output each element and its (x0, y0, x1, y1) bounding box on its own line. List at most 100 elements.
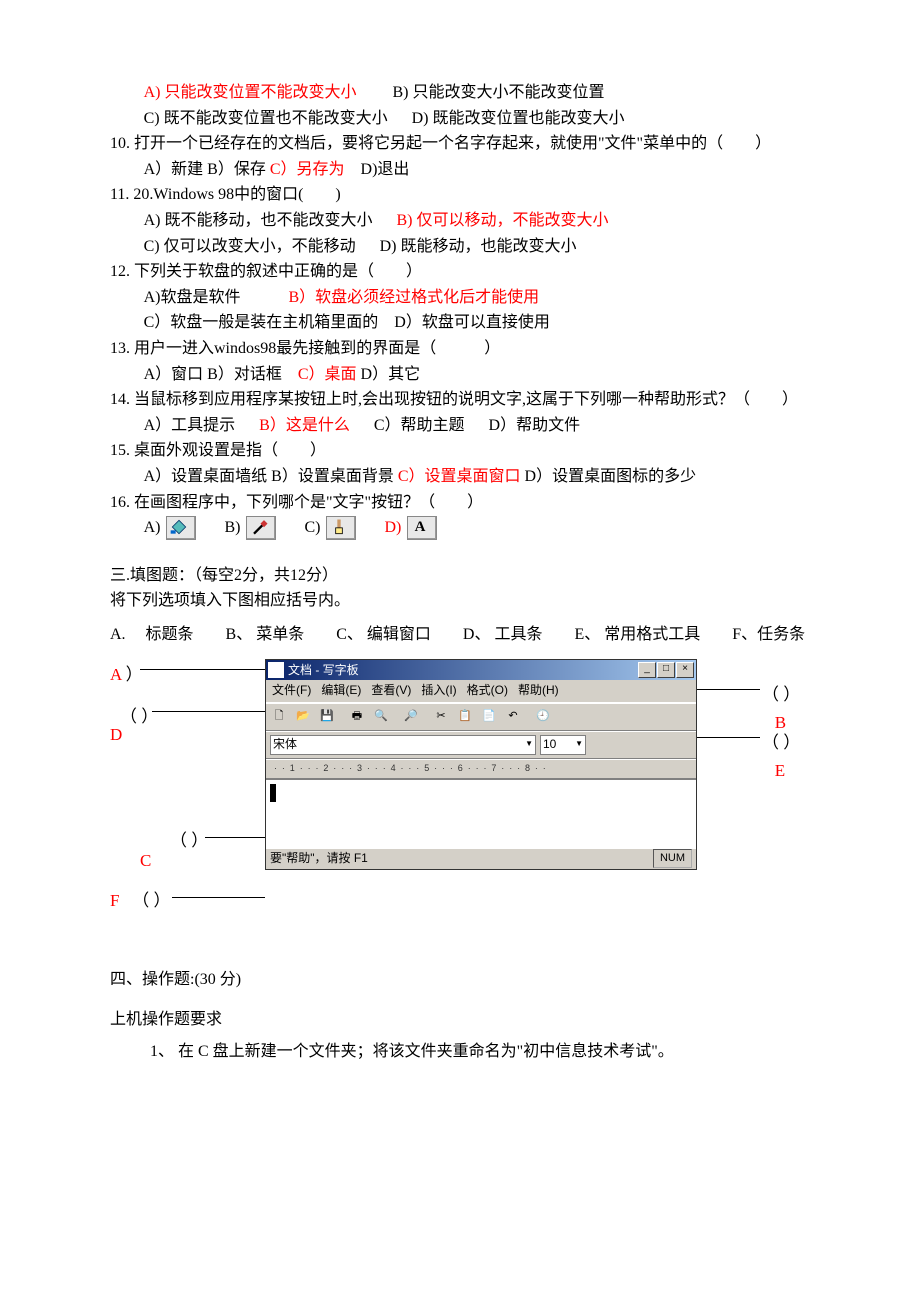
menubar: 文件(F) 编辑(E) 查看(V) 插入(I) 格式(O) 帮助(H) (266, 680, 696, 702)
dropdown-icon: ▼ (521, 738, 533, 751)
open-button[interactable]: 📂 (292, 706, 314, 728)
q16-label-c: C) (304, 519, 320, 536)
cut-button[interactable]: ✂ (430, 706, 452, 728)
q14-opt-c: C）帮助主题 (374, 417, 465, 434)
q10-stem: 10. 打开一个已经存在的文档后，要将它另起一个名字存起来，就使用"文件"菜单中… (110, 131, 810, 157)
app-icon (268, 662, 284, 678)
section4-title: 四、操作题:(30 分) (110, 967, 810, 993)
q10-opt-c: C）另存为 (270, 161, 345, 178)
q12-stem: 12. 下列关于软盘的叙述中正确的是（ ） (110, 259, 810, 285)
q9-opt-a: A) 只能改变位置不能改变大小 (144, 84, 357, 101)
q15-opt-b: B）设置桌面背景 (271, 468, 394, 485)
menu-help[interactable]: 帮助(H) (514, 681, 563, 700)
q16-stem: 16. 在画图程序中，下列哪个是"文字"按钮？（ ） (110, 490, 810, 516)
print-button[interactable]: 🖶 (346, 706, 368, 728)
menu-file[interactable]: 文件(F) (268, 681, 315, 700)
wordpad-diagram: A ） （ ） D （ ） C F （ ） （ ） B （ ） E (110, 659, 810, 939)
edit-area[interactable] (266, 779, 696, 848)
paint-fill-icon (166, 516, 196, 540)
ruler-marks: · · 1 · · · 2 · · · 3 · · · 4 · · · 5 · … (274, 761, 547, 775)
q11-opt-b: B) 仅可以移动，不能改变大小 (396, 212, 608, 229)
q12-opt-d: D）软盘可以直接使用 (394, 314, 550, 331)
q9-opt-c: C) 既不能改变位置也不能改变大小 (144, 110, 388, 127)
paste-button[interactable]: 📄 (478, 706, 500, 728)
q9-options: A) 只能改变位置不能改变大小 B) 只能改变大小不能改变位置 (110, 80, 810, 106)
q10-opt-d: D)退出 (361, 161, 410, 178)
section3-instr: 将下列选项填入下图相应括号内。 (110, 588, 810, 614)
q12-opt-b: B）软盘必须经过格式化后才能使用 (288, 289, 539, 306)
minimize-button[interactable]: _ (638, 662, 656, 678)
font-value: 宋体 (273, 735, 297, 754)
q13-opt-c: C）桌面 (298, 366, 357, 383)
q14-opt-a: A）工具提示 (144, 417, 236, 434)
q15-stem: 15. 桌面外观设置是指（ ） (110, 438, 810, 464)
q13-opt-a: A）窗口 (144, 366, 204, 383)
save-button[interactable]: 💾 (316, 706, 338, 728)
font-combo[interactable]: 宋体 ▼ (270, 735, 536, 755)
q11-opt-d: D) 既能移动，也能改变大小 (380, 238, 577, 255)
q11-opt-a: A) 既不能移动，也不能改变大小 (144, 212, 373, 229)
q11-stem: 11. 20.Windows 98中的窗口( ) (110, 182, 810, 208)
copy-button[interactable]: 📋 (454, 706, 476, 728)
q13-opt-d: D）其它 (361, 366, 421, 383)
new-button[interactable]: 🗋 (268, 706, 290, 728)
text-cursor (270, 784, 276, 802)
numlock-indicator: NUM (653, 849, 692, 869)
toolbar: 🗋 📂 💾 🖶 🔍 🔎 ✂ 📋 📄 ↶ 🕘 (266, 703, 696, 731)
q10-opt-a: A）新建 (144, 161, 204, 178)
q10-opt-b: B）保存 (207, 161, 266, 178)
find-button[interactable]: 🔎 (400, 706, 422, 728)
q16-label-d: D) (384, 519, 401, 536)
q13-opt-b: B）对话框 (207, 366, 282, 383)
leader-line (172, 897, 265, 898)
brush-icon (326, 516, 356, 540)
q14-stem: 14. 当鼠标移到应用程序某按钮上时,会出现按钮的说明文字,这属于下列哪一种帮助… (110, 387, 810, 413)
section3-opts: A. 标题条 B、 菜单条 C、 编辑窗口 D、 工具条 E、 常用格式工具 F… (110, 622, 810, 648)
label-C: C (140, 851, 151, 870)
status-text: 要"帮助"，请按 F1 (270, 849, 368, 868)
menu-edit[interactable]: 编辑(E) (317, 681, 365, 700)
q15-opt-a: A）设置桌面墙纸 (144, 468, 268, 485)
q13-stem: 13. 用户一进入windos98最先接触到的界面是（ ） (110, 336, 810, 362)
text-tool-icon: A (407, 516, 437, 540)
section3-title: 三.填图题：（每空2分，共12分） (110, 563, 810, 589)
q15-opt-d: D）设置桌面图标的多少 (525, 468, 697, 485)
leader-line (695, 737, 760, 738)
menu-format[interactable]: 格式(O) (463, 681, 512, 700)
preview-button[interactable]: 🔍 (370, 706, 392, 728)
q9-opt-d: D) 既能改变位置也能改变大小 (412, 110, 625, 127)
undo-button[interactable]: ↶ (502, 706, 524, 728)
label-F: F (110, 891, 119, 910)
q16-label-a: A) (144, 519, 161, 536)
maximize-button[interactable]: □ (657, 662, 675, 678)
datetime-button[interactable]: 🕘 (532, 706, 554, 728)
section4-req: 上机操作题要求 (110, 1007, 810, 1033)
statusbar: 要"帮助"，请按 F1 NUM (266, 848, 696, 869)
menu-view[interactable]: 查看(V) (367, 681, 415, 700)
q9-opt-b: B) 只能改变大小不能改变位置 (392, 84, 604, 101)
dropdown-icon: ▼ (571, 738, 583, 751)
section4-item1: 1、 在 C 盘上新建一个文件夹；将该文件夹重命名为"初中信息技术考试"。 (110, 1039, 810, 1065)
q14-opt-d: D）帮助文件 (489, 417, 581, 434)
color-picker-icon (246, 516, 276, 540)
titlebar[interactable]: 文档 - 写字板 _ □ × (266, 660, 696, 680)
label-A: A (110, 665, 121, 684)
q14-opt-b: B）这是什么 (259, 417, 350, 434)
q11-opt-c: C) 仅可以改变大小，不能移动 (144, 238, 356, 255)
svg-text:A: A (415, 520, 426, 536)
q12-opt-a: A)软盘是软件 (144, 289, 241, 306)
size-combo[interactable]: 10 ▼ (540, 735, 586, 755)
q16-label-b: B) (224, 519, 240, 536)
q12-opt-c: C）软盘一般是装在主机箱里面的 (144, 314, 379, 331)
format-toolbar: 宋体 ▼ 10 ▼ (266, 731, 696, 759)
label-D: D (110, 725, 122, 744)
wordpad-window: 文档 - 写字板 _ □ × 文件(F) 编辑(E) 查看(V) 插入(I) 格… (265, 659, 697, 869)
window-title: 文档 - 写字板 (288, 661, 359, 680)
menu-insert[interactable]: 插入(I) (417, 681, 460, 700)
label-E: E (775, 761, 785, 780)
leader-line (140, 669, 265, 670)
close-button[interactable]: × (676, 662, 694, 678)
leader-line (152, 711, 265, 712)
ruler[interactable]: · · 1 · · · 2 · · · 3 · · · 4 · · · 5 · … (266, 759, 696, 779)
size-value: 10 (543, 735, 556, 754)
